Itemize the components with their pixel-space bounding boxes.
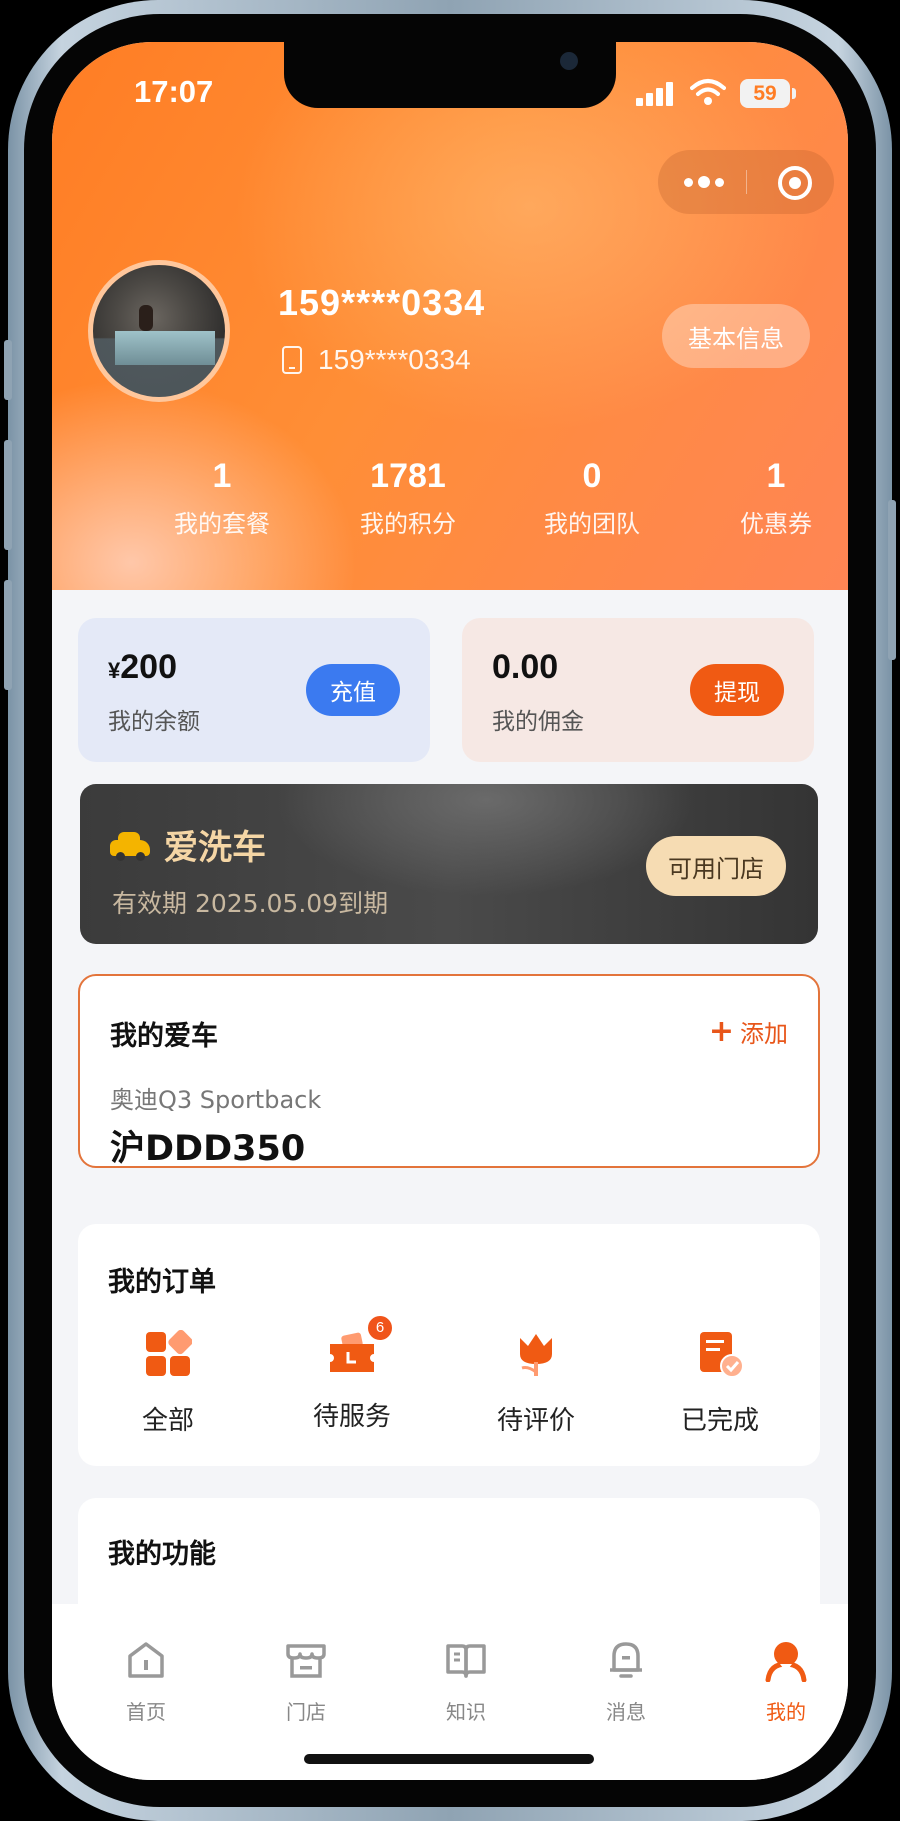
bell-icon	[610, 1642, 642, 1678]
wifi-icon	[690, 79, 726, 105]
my-functions-title: 我的功能	[108, 1539, 216, 1570]
my-car-card[interactable]: 我的爱车 + 添加 奥迪Q3 Sportback 沪DDD350	[78, 974, 820, 1169]
tab-knowledge[interactable]: 知识	[406, 1638, 526, 1725]
status-time: 17:07	[134, 74, 214, 109]
order-pending-review[interactable]: 待评价	[446, 1330, 626, 1437]
balance-label: 我的余额	[108, 709, 200, 735]
power-button	[888, 500, 896, 660]
car-plate: 沪DDD350	[110, 1129, 306, 1169]
camera	[560, 52, 578, 70]
order-label: 待评价	[496, 1406, 575, 1436]
withdraw-button[interactable]: 提现	[690, 664, 784, 716]
document-check-icon	[700, 1332, 744, 1378]
order-completed[interactable]: 已完成	[630, 1330, 810, 1437]
order-label: 全部	[141, 1406, 194, 1436]
tab-label: 知识	[446, 1700, 486, 1724]
membership-expiry: 有效期 2025.05.09到期	[112, 889, 389, 918]
tab-label: 消息	[606, 1700, 646, 1724]
mute-switch	[4, 340, 12, 400]
order-label: 待服务	[312, 1402, 391, 1432]
commission-amount: 0.00	[492, 648, 559, 686]
tab-bar: 首页 门店 知识 消息 我的	[52, 1604, 848, 1780]
ticket-icon: 6	[328, 1314, 394, 1378]
add-car-label: 添加	[740, 1020, 788, 1048]
signal-icon	[636, 82, 676, 106]
commission-label: 我的佣金	[492, 709, 584, 735]
home-icon	[128, 1642, 164, 1678]
available-stores-button[interactable]: 可用门店	[646, 836, 786, 896]
balance-card[interactable]: ¥200 我的余额 充值	[78, 618, 430, 762]
pending-service-badge: 6	[366, 1314, 394, 1342]
notch	[284, 42, 616, 108]
stat-label: 我的套餐	[174, 510, 270, 538]
more-icon[interactable]	[684, 172, 724, 192]
profile-header: 17:07 59 159****0334 159****0334 基本信息 1 …	[52, 42, 848, 590]
tab-store[interactable]: 门店	[246, 1638, 366, 1725]
user-phone: 159****0334	[282, 344, 471, 376]
membership-name: 爱洗车	[164, 828, 266, 868]
tab-home[interactable]: 首页	[86, 1638, 206, 1725]
home-indicator[interactable]	[304, 1754, 594, 1764]
stat-label: 我的团队	[544, 510, 640, 538]
tulip-icon	[520, 1334, 552, 1376]
basic-info-button[interactable]: 基本信息	[662, 304, 810, 368]
stat-value: 1	[766, 457, 786, 495]
stats-row: 1 我的套餐 1781 我的积分 0 我的团队 1 优惠券	[52, 454, 848, 544]
balance-amount: ¥200	[108, 648, 177, 686]
miniprogram-capsule	[658, 150, 834, 214]
stat-value: 1	[212, 457, 232, 495]
order-label: 已完成	[680, 1406, 759, 1436]
plus-icon: +	[708, 1013, 734, 1049]
close-miniprogram-icon[interactable]	[778, 166, 812, 200]
recharge-button[interactable]: 充值	[306, 664, 400, 716]
store-icon	[286, 1644, 326, 1678]
stat-value: 1781	[370, 457, 446, 495]
stat-coupons[interactable]: 1 优惠券	[686, 454, 848, 539]
avatar[interactable]	[88, 260, 230, 402]
my-car-title: 我的爱车	[110, 1021, 218, 1052]
stat-value: 0	[582, 457, 602, 495]
volume-up-button	[4, 440, 12, 550]
tab-mine[interactable]: 我的	[726, 1638, 846, 1725]
user-phone-number: 159****0334	[318, 344, 471, 375]
stat-my-team[interactable]: 0 我的团队	[502, 454, 682, 539]
commission-card[interactable]: 0.00 我的佣金 提现	[462, 618, 814, 762]
stat-my-package[interactable]: 1 我的套餐	[132, 454, 312, 539]
membership-title: 爱洗车	[110, 820, 266, 869]
add-car-button[interactable]: + 添加	[709, 1014, 788, 1049]
taxi-icon	[110, 830, 150, 861]
grid-icon	[146, 1329, 193, 1376]
battery-icon: 59	[740, 79, 796, 108]
tab-messages[interactable]: 消息	[566, 1638, 686, 1725]
screen: 17:07 59 159****0334 159****0334 基本信息 1 …	[52, 42, 848, 1780]
book-icon	[446, 1644, 486, 1678]
order-pending-service[interactable]: 6 待服务	[262, 1314, 442, 1433]
tab-label: 首页	[126, 1700, 166, 1724]
my-orders-title: 我的订单	[108, 1267, 216, 1298]
car-model: 奥迪Q3 Sportback	[110, 1086, 322, 1114]
stat-label: 我的积分	[360, 510, 456, 538]
mobile-phone-icon	[282, 346, 302, 374]
user-nickname: 159****0334	[278, 282, 486, 323]
stat-my-points[interactable]: 1781 我的积分	[318, 454, 498, 539]
membership-card[interactable]: 爱洗车 有效期 2025.05.09到期 可用门店	[80, 784, 818, 944]
tab-label: 门店	[286, 1700, 326, 1724]
order-all[interactable]: 全部	[78, 1329, 258, 1437]
stat-label: 优惠券	[740, 510, 812, 538]
tab-label: 我的	[766, 1700, 806, 1724]
profile-icon	[765, 1642, 807, 1683]
volume-down-button	[4, 580, 12, 690]
my-orders-card: 我的订单 全部 6 待服务 待评价 已完成	[78, 1224, 820, 1466]
